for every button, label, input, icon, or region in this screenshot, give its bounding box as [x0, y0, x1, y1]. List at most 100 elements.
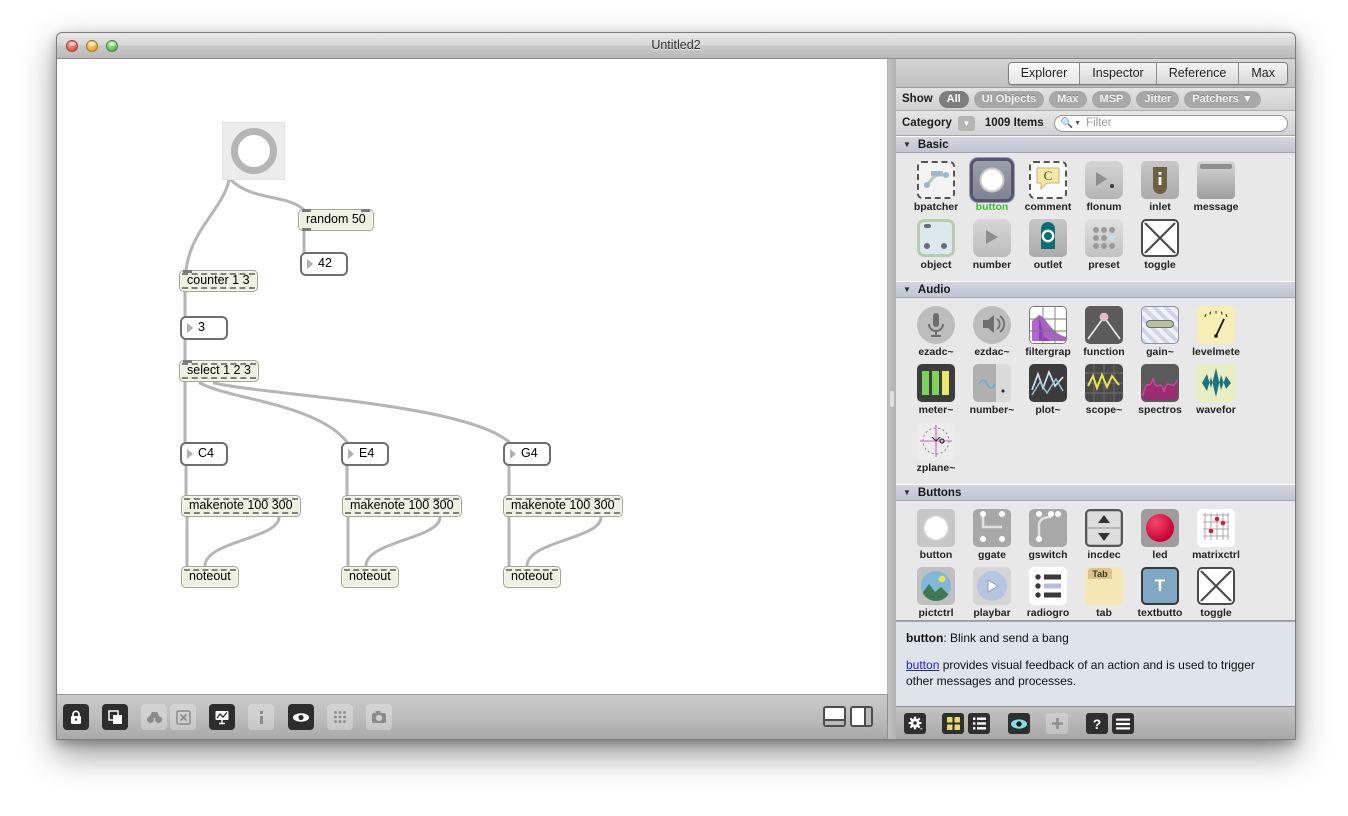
palette-item-textbutton[interactable]: T textbutto — [1132, 567, 1188, 619]
tab-max[interactable]: Max — [1239, 63, 1287, 84]
bottom-pane-toggle[interactable] — [823, 706, 846, 727]
palette-item-function[interactable]: function — [1076, 306, 1132, 358]
section-header-buttons[interactable]: ▼ Buttons — [896, 484, 1295, 501]
palette-item-waveform[interactable]: wavefor — [1188, 364, 1244, 416]
patcher-object-select[interactable]: select 1 2 3 — [179, 360, 259, 382]
palette-item-filtergraph[interactable]: filtergrap — [1020, 306, 1076, 358]
lock-button[interactable] — [63, 704, 89, 730]
add-button[interactable] — [1046, 713, 1068, 734]
palette-item-matrixctrl[interactable]: matrixctrl — [1188, 509, 1244, 561]
patcher-object-bang[interactable] — [222, 122, 285, 180]
palette-item-led[interactable]: led — [1132, 509, 1188, 561]
show-pill-patchers[interactable]: Patchers ▼ — [1184, 91, 1260, 108]
palette-item-zplane[interactable]: zplane~ — [908, 422, 964, 474]
list-view-button[interactable] — [968, 713, 990, 734]
presentation-button[interactable] — [102, 704, 128, 730]
chevron-down-icon[interactable]: ▼ — [958, 116, 975, 131]
palette-item-button-circle[interactable]: button — [908, 509, 964, 561]
palette-item-incdec[interactable]: incdec — [1076, 509, 1132, 561]
tab-explorer[interactable]: Explorer — [1009, 63, 1081, 84]
show-pill-jitter[interactable]: Jitter — [1136, 91, 1179, 108]
show-pill-msp[interactable]: MSP — [1092, 91, 1132, 108]
section-header-audio[interactable]: ▼ Audio — [896, 281, 1295, 298]
padlock-icon — [69, 710, 83, 725]
grid-button[interactable] — [327, 704, 353, 730]
palette-item-message[interactable]: message — [1188, 161, 1244, 213]
patcher-object-makenote-1[interactable]: makenote 100 300 — [181, 495, 301, 517]
numberbox-triangle-icon — [187, 449, 193, 459]
patcher-object-random[interactable]: random 50 — [298, 209, 374, 231]
section-header-basic[interactable]: ▼ Basic — [896, 136, 1295, 153]
palette-item-plot[interactable]: plot~ — [1020, 364, 1076, 416]
palette-item-comment[interactable]: C comment — [1020, 161, 1076, 213]
meter-bars-icon — [917, 364, 955, 402]
description-link[interactable]: button — [906, 658, 939, 672]
palette-item-bpatcher[interactable]: bpatcher — [908, 161, 964, 213]
palette-label: ggate — [964, 549, 1020, 561]
splitter-grip[interactable] — [890, 391, 894, 407]
numberbox-value: E4 — [359, 446, 374, 460]
palette-item-number[interactable]: number — [964, 219, 1020, 271]
window-titlebar: Untitled2 — [57, 33, 1295, 59]
palette-item-playbar[interactable]: playbar — [964, 567, 1020, 619]
patcher-object-noteout-1[interactable]: noteout — [181, 566, 239, 588]
palette-item-gswitch[interactable]: gswitch — [1020, 509, 1076, 561]
palette-label: wavefor — [1188, 404, 1244, 416]
patcher-numberbox-3[interactable]: 3 — [180, 316, 228, 340]
palette-item-button[interactable]: button — [964, 161, 1020, 213]
icon-view-button[interactable] — [942, 713, 964, 734]
palette-item-toggle[interactable]: toggle — [1132, 219, 1188, 271]
snapshot-button[interactable] — [366, 704, 392, 730]
patcher-object-makenote-2[interactable]: makenote 100 300 — [342, 495, 462, 517]
palette-item-pictctrl[interactable]: pictctrl — [908, 567, 964, 619]
palette-item-flonum[interactable]: flonum — [1076, 161, 1132, 213]
patcher-canvas[interactable]: random 50 42 counter 1 3 3 — [57, 59, 888, 722]
patcher-numberbox-e4[interactable]: E4 — [341, 442, 389, 466]
section-title: Basic — [918, 139, 949, 151]
palette-item-tab[interactable]: Tab tab — [1076, 567, 1132, 619]
show-pill-all[interactable]: All — [939, 91, 969, 108]
palette-item-preset[interactable]: preset — [1076, 219, 1132, 271]
patcher-object-counter[interactable]: counter 1 3 — [179, 270, 258, 292]
palette-label: spectros — [1132, 404, 1188, 416]
tab-inspector[interactable]: Inspector — [1080, 63, 1156, 84]
settings-gear-button[interactable] — [904, 713, 926, 734]
patcher-object-noteout-2[interactable]: noteout — [341, 566, 399, 588]
palette-item-outlet[interactable]: outlet — [1020, 219, 1076, 271]
palette-item-inlet[interactable]: inlet — [1132, 161, 1188, 213]
menu-button[interactable] — [1112, 713, 1134, 734]
preview-button[interactable] — [1008, 713, 1030, 734]
palette-item-gain[interactable]: gain~ — [1132, 306, 1188, 358]
palette-item-number-signal[interactable]: number~ — [964, 364, 1020, 416]
debug-button[interactable] — [288, 704, 314, 730]
show-pill-max[interactable]: Max — [1049, 91, 1086, 108]
palette-item-spectroscope[interactable]: spectros — [1132, 364, 1188, 416]
inspector-button[interactable] — [248, 704, 274, 730]
patcher-numberbox-c4[interactable]: C4 — [180, 442, 228, 466]
clear-button[interactable] — [170, 704, 196, 730]
bpatcher-icon — [917, 161, 955, 199]
signal-probe-button[interactable] — [209, 704, 235, 730]
patcher-numberbox-42[interactable]: 42 — [300, 252, 348, 276]
patcher-numberbox-g4[interactable]: G4 — [503, 442, 551, 466]
palette-item-ezdac[interactable]: ezdac~ — [964, 306, 1020, 358]
palette-item-ggate[interactable]: ggate — [964, 509, 1020, 561]
filter-input[interactable]: 🔍 ▼ Filter — [1054, 115, 1288, 132]
show-pill-ui-objects[interactable]: UI Objects — [974, 91, 1044, 108]
palette-item-radiogroup[interactable]: radiogro — [1020, 567, 1076, 619]
patcher-object-noteout-3[interactable]: noteout — [503, 566, 561, 588]
pane-splitter[interactable] — [888, 59, 896, 739]
palette-item-object[interactable]: object — [908, 219, 964, 271]
search-options-chevron-icon[interactable]: ▼ — [1074, 120, 1081, 127]
side-pane-toggle[interactable] — [850, 706, 873, 727]
patcher-object-makenote-3[interactable]: makenote 100 300 — [503, 495, 623, 517]
palette-item-levelmeter[interactable]: levelmete — [1188, 306, 1244, 358]
tab-reference[interactable]: Reference — [1157, 63, 1240, 84]
palette-item-meter[interactable]: meter~ — [908, 364, 964, 416]
palette-item-scope[interactable]: scope~ — [1076, 364, 1132, 416]
object-palette[interactable]: ▼ Basic bpatcher — [896, 136, 1295, 621]
pan-button[interactable] — [141, 704, 167, 730]
help-button[interactable]: ? — [1086, 713, 1108, 734]
palette-item-ezadc[interactable]: ezadc~ — [908, 306, 964, 358]
palette-item-toggle-x[interactable]: toggle — [1188, 567, 1244, 619]
